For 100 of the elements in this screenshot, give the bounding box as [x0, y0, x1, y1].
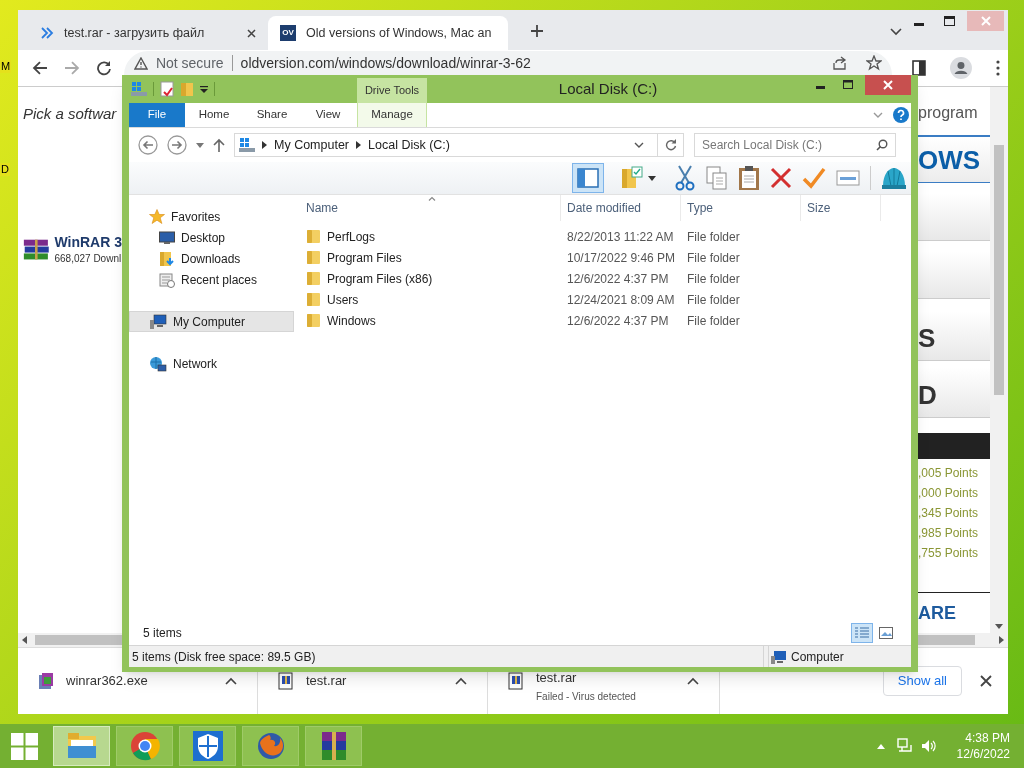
- network-globe-icon: [149, 355, 167, 372]
- file-name[interactable]: Program Files (x86): [327, 269, 433, 288]
- close-icon[interactable]: [980, 675, 992, 687]
- nav-item[interactable]: Favorites: [129, 206, 294, 227]
- folder-icon: [306, 271, 321, 286]
- ribbon-tab[interactable]: Share: [243, 103, 301, 127]
- maximize-icon[interactable]: [843, 80, 853, 89]
- forward-icon[interactable]: [167, 135, 187, 155]
- close-icon[interactable]: [247, 28, 256, 38]
- search-field[interactable]: Search Local Disk (C:): [694, 133, 896, 157]
- app-title[interactable]: WinRAR 3: [54, 233, 122, 251]
- dropdown-icon[interactable]: [200, 85, 208, 93]
- chevron-down-icon[interactable]: [890, 28, 902, 36]
- refresh-icon[interactable]: [665, 139, 677, 151]
- nav-item[interactable]: Recent places: [129, 269, 294, 290]
- ribbon-tab[interactable]: Manage: [357, 103, 427, 127]
- caret-icon[interactable]: [648, 175, 656, 181]
- scrollbar-track[interactable]: [918, 633, 1008, 647]
- computer-icon: [771, 649, 787, 664]
- file-name[interactable]: Windows: [327, 311, 376, 330]
- points-text: ,000 Points: [918, 485, 980, 502]
- breadcrumb-item[interactable]: My Computer: [274, 135, 350, 155]
- new-tab-icon[interactable]: [530, 24, 544, 38]
- taskbar-button[interactable]: [116, 726, 173, 766]
- star-icon[interactable]: [866, 55, 883, 71]
- caret-up-icon[interactable]: [687, 677, 699, 685]
- preview-pane-icon: [577, 168, 599, 188]
- site-logo: OV: [280, 25, 296, 41]
- file-name[interactable]: Program Files: [327, 248, 402, 267]
- close-button[interactable]: [865, 75, 911, 95]
- profile-icon[interactable]: [950, 57, 973, 79]
- recent-places-icon: [159, 271, 175, 288]
- scroll-left-icon[interactable]: [22, 636, 27, 644]
- up-arrow-icon[interactable]: [213, 138, 225, 152]
- maximize-icon[interactable]: [944, 16, 955, 26]
- vertical-scrollbar[interactable]: [990, 87, 1008, 633]
- caret-up-icon[interactable]: [455, 677, 467, 685]
- column-header[interactable]: Name: [294, 195, 561, 221]
- desktop-icon-label[interactable]: D: [0, 163, 10, 176]
- ribbon-tab[interactable]: File: [129, 103, 185, 127]
- breadcrumb-item[interactable]: Local Disk (C:): [368, 135, 450, 155]
- delete-icon[interactable]: [770, 167, 792, 189]
- download-status: Failed - Virus detected: [536, 690, 637, 704]
- desktop-icon-label[interactable]: M: [0, 60, 12, 73]
- properties-icon[interactable]: [160, 81, 174, 97]
- scrollbar-thumb[interactable]: [35, 635, 122, 645]
- back-arrow-icon[interactable]: [32, 60, 48, 76]
- search-icon[interactable]: [876, 139, 888, 151]
- help-icon[interactable]: [893, 107, 909, 123]
- scrollbar-track[interactable]: [18, 633, 122, 647]
- breadcrumb-arrow-icon[interactable]: [262, 141, 267, 149]
- nav-item[interactable]: My Computer: [129, 311, 294, 332]
- type-cell-text: File folder: [686, 249, 741, 267]
- file-name[interactable]: Users: [327, 290, 359, 309]
- taskbar-button[interactable]: [53, 726, 110, 766]
- volume-icon[interactable]: [920, 739, 937, 753]
- back-icon[interactable]: [138, 135, 158, 155]
- nav-item[interactable]: Desktop: [129, 227, 294, 248]
- scroll-right-icon[interactable]: [999, 636, 1004, 644]
- download-folder-icon: [159, 250, 175, 267]
- address-field[interactable]: My Computer Local Disk (C:): [234, 133, 684, 157]
- breadcrumb-arrow-icon[interactable]: [356, 141, 362, 149]
- folder-icon: [306, 313, 321, 328]
- date-cell-text: 8/22/2013 11:22 AM: [566, 228, 675, 246]
- caret-up-icon[interactable]: [225, 677, 237, 685]
- column-header[interactable]: Type: [681, 195, 801, 221]
- nav-item[interactable]: Network: [129, 353, 294, 374]
- shell-icon[interactable]: [881, 166, 907, 190]
- share-icon[interactable]: [832, 56, 849, 70]
- taskbar-button[interactable]: [305, 726, 362, 766]
- warning-icon[interactable]: [133, 56, 148, 70]
- file-name[interactable]: PerfLogs: [327, 227, 376, 246]
- scissors-icon[interactable]: [674, 165, 696, 191]
- menu-icon[interactable]: [996, 60, 1000, 76]
- scrollbar-thumb[interactable]: [918, 635, 975, 645]
- taskbar-button[interactable]: [242, 726, 299, 766]
- tab-title: test.rar - загрузить файл: [64, 24, 206, 42]
- date-cell-text: 12/6/2022 4:37 PM: [566, 270, 670, 288]
- rename-icon[interactable]: [836, 169, 860, 187]
- ribbon-tab[interactable]: Home: [185, 103, 243, 127]
- preview-pane-button[interactable]: [572, 163, 604, 193]
- chevron-down-icon[interactable]: [634, 142, 644, 148]
- start-icon[interactable]: [11, 732, 38, 760]
- column-header[interactable]: Size: [801, 195, 881, 221]
- browser-tab[interactable]: test.rar - загрузить файл: [28, 16, 268, 50]
- folder-icon: [306, 229, 321, 244]
- sidebar-icon[interactable]: [912, 60, 927, 76]
- nav-item[interactable]: Downloads: [129, 248, 294, 269]
- address-bar[interactable]: Not secure oldversion.com/windows/download/winrar-3-62: [123, 51, 893, 75]
- taskbar-button[interactable]: [179, 726, 236, 766]
- scroll-down-icon[interactable]: [995, 624, 1003, 629]
- ribbon-tab[interactable]: View: [301, 103, 355, 127]
- checkmark-icon[interactable]: [802, 167, 826, 189]
- browser-logo-icon: [129, 731, 160, 761]
- archive-file-icon: [508, 672, 524, 690]
- browser-tab[interactable]: OV Old versions of Windows, Mac an: [268, 16, 508, 50]
- scrollbar-thumb[interactable]: [994, 145, 1004, 395]
- clipboard-icon[interactable]: [738, 165, 760, 191]
- column-header[interactable]: Date modified: [561, 195, 681, 221]
- reload-icon[interactable]: [95, 60, 112, 76]
